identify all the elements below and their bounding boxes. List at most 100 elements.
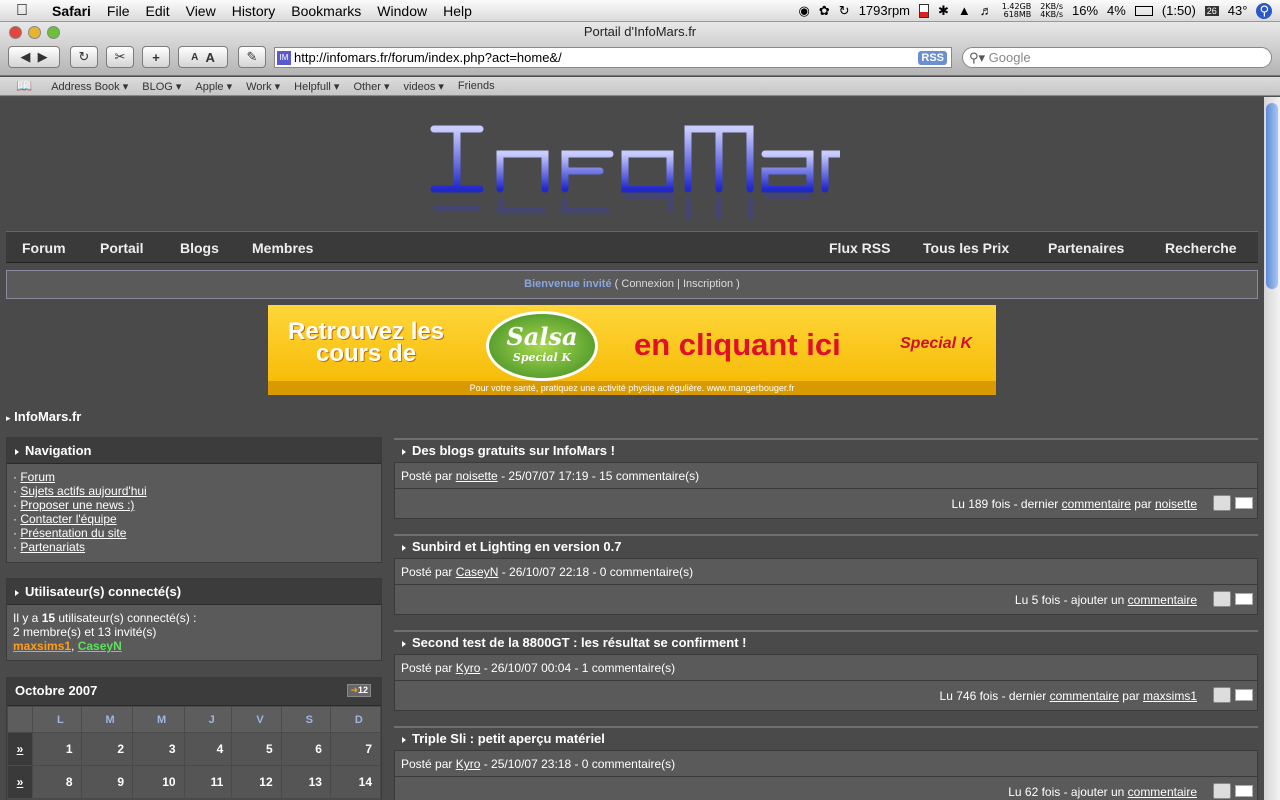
news-title[interactable]: Des blogs gratuits sur InfoMars ! bbox=[394, 438, 1258, 462]
address-bar[interactable]: IM http://infomars.fr/forum/index.php?ac… bbox=[274, 47, 952, 68]
calendar-day[interactable]: 1 bbox=[32, 732, 82, 766]
news-author-link[interactable]: Kyro bbox=[456, 757, 481, 771]
text-bigger-icon[interactable]: A bbox=[206, 50, 215, 65]
print-icon[interactable] bbox=[1213, 495, 1231, 511]
comment-link[interactable]: commentaire bbox=[1128, 785, 1197, 799]
calendar-badge[interactable]: ➜12 bbox=[347, 684, 371, 697]
menu-window[interactable]: Window bbox=[369, 3, 435, 19]
news-author-link[interactable]: noisette bbox=[456, 469, 498, 483]
nav-partenaires[interactable]: Partenaires bbox=[1048, 240, 1124, 256]
news-title[interactable]: Triple Sli : petit aperçu matériel bbox=[394, 726, 1258, 750]
back-arrow-icon[interactable]: ◀ bbox=[20, 49, 30, 65]
menu-view[interactable]: View bbox=[178, 3, 224, 19]
nav-link-forum[interactable]: Forum bbox=[20, 470, 55, 484]
calendar-day[interactable]: 4 bbox=[183, 732, 233, 766]
comment-link[interactable]: commentaire bbox=[1062, 497, 1131, 511]
bookmark-address-book[interactable]: Address Book ▾ bbox=[44, 80, 135, 93]
comment-link[interactable]: commentaire bbox=[1050, 689, 1119, 703]
rss-button[interactable]: RSS bbox=[918, 50, 947, 65]
menu-help[interactable]: Help bbox=[435, 3, 480, 19]
back-forward-buttons[interactable]: ◀ ▶ bbox=[8, 46, 60, 68]
mail-icon[interactable] bbox=[1235, 497, 1253, 509]
cpu-usage-2[interactable]: 4% bbox=[1107, 3, 1126, 18]
edit-button[interactable]: ✎ bbox=[238, 46, 266, 68]
bookmark-helpfull[interactable]: Helpfull ▾ bbox=[287, 80, 346, 93]
calendar-day[interactable]: 13 bbox=[280, 765, 331, 799]
refresh-icon[interactable]: ↻ bbox=[839, 3, 850, 19]
news-author-link[interactable]: CaseyN bbox=[456, 565, 499, 579]
menu-edit[interactable]: Edit bbox=[137, 3, 177, 19]
calendar-day[interactable]: 12 bbox=[231, 765, 282, 799]
week-link[interactable]: » bbox=[7, 732, 33, 766]
last-commenter-link[interactable]: maxsims1 bbox=[1143, 689, 1197, 703]
nav-link-partenariats[interactable]: Partenariats bbox=[20, 540, 85, 554]
nav-membres[interactable]: Membres bbox=[252, 240, 313, 256]
reload-button[interactable]: ↻ bbox=[70, 46, 98, 68]
wifi-icon[interactable]: ▲ bbox=[958, 3, 971, 18]
bookmark-videos[interactable]: videos ▾ bbox=[397, 80, 451, 93]
temperature[interactable]: 43° bbox=[1228, 3, 1248, 18]
calendar-day[interactable]: 6 bbox=[280, 732, 331, 766]
text-size-buttons[interactable]: A A bbox=[178, 46, 228, 68]
vertical-scrollbar[interactable] bbox=[1264, 97, 1280, 800]
calendar-day[interactable]: 2 bbox=[80, 732, 134, 766]
battery-icon[interactable] bbox=[1134, 5, 1153, 16]
calendar-day[interactable]: 3 bbox=[132, 732, 185, 766]
ad-banner[interactable]: Retrouvez les cours de Salsa Special K en … bbox=[268, 305, 996, 395]
login-link[interactable]: Connexion bbox=[621, 278, 674, 290]
calendar-day[interactable]: 7 bbox=[329, 732, 382, 766]
calendar-day[interactable]: 14 bbox=[329, 765, 382, 799]
bookmark-blog[interactable]: BLOG ▾ bbox=[135, 80, 188, 93]
register-link[interactable]: Inscription bbox=[683, 278, 733, 290]
news-title[interactable]: Sunbird et Lighting en version 0.7 bbox=[394, 534, 1258, 558]
network-meter[interactable]: 2KB/s 4KB/s bbox=[1040, 2, 1063, 19]
bookmark-other[interactable]: Other ▾ bbox=[346, 80, 396, 93]
calendar-day[interactable]: 9 bbox=[80, 765, 134, 799]
menu-history[interactable]: History bbox=[224, 3, 284, 19]
nav-link-contacter[interactable]: Contacter l'équipe bbox=[20, 512, 116, 526]
battery-time[interactable]: (1:50) bbox=[1162, 3, 1196, 18]
print-icon[interactable] bbox=[1213, 783, 1231, 799]
print-icon[interactable] bbox=[1213, 687, 1231, 703]
menu-app[interactable]: Safari bbox=[44, 3, 99, 19]
mail-icon[interactable] bbox=[1235, 689, 1253, 701]
memory-meter[interactable]: 1.42GB 618MB bbox=[1002, 2, 1032, 19]
bookmark-apple[interactable]: Apple ▾ bbox=[188, 80, 239, 93]
volume-icon[interactable]: ♬ bbox=[980, 3, 993, 18]
calendar-day[interactable]: 10 bbox=[132, 765, 185, 799]
calendar-day[interactable]: 5 bbox=[231, 732, 282, 766]
url-text[interactable]: http://infomars.fr/forum/index.php?act=h… bbox=[294, 50, 562, 65]
nav-flux-rss[interactable]: Flux RSS bbox=[829, 240, 890, 256]
last-commenter-link[interactable]: noisette bbox=[1155, 497, 1197, 511]
nav-link-sujets-actifs[interactable]: Sujets actifs aujourd'hui bbox=[20, 484, 146, 498]
online-user-caseyn[interactable]: CaseyN bbox=[78, 639, 122, 653]
print-icon[interactable] bbox=[1213, 591, 1231, 607]
search-input[interactable]: ⚲▾ Google bbox=[962, 47, 1272, 68]
apple-icon[interactable]:  bbox=[16, 2, 40, 20]
add-bookmark-button[interactable]: + bbox=[142, 46, 170, 68]
online-user-maxsims1[interactable]: maxsims1 bbox=[13, 639, 71, 653]
mail-icon[interactable] bbox=[1235, 785, 1253, 797]
text-smaller-icon[interactable]: A bbox=[191, 52, 198, 63]
nav-recherche[interactable]: Recherche bbox=[1165, 240, 1237, 256]
menu-extra-icon[interactable]: ◉ bbox=[799, 3, 810, 19]
nav-blogs[interactable]: Blogs bbox=[180, 240, 219, 256]
calendar-date[interactable]: 26 bbox=[1204, 5, 1219, 16]
menu-file[interactable]: File bbox=[99, 3, 138, 19]
nav-link-proposer-news[interactable]: Proposer une news :) bbox=[20, 498, 134, 512]
fan-speed[interactable]: 1793rpm bbox=[859, 3, 910, 18]
nav-forum[interactable]: Forum bbox=[22, 240, 66, 256]
bluetooth-icon[interactable]: ✱ bbox=[938, 3, 949, 19]
mail-icon[interactable] bbox=[1235, 593, 1253, 605]
nav-tous-les-prix[interactable]: Tous les Prix bbox=[923, 240, 1009, 256]
news-title[interactable]: Second test de la 8800GT : les résultat … bbox=[394, 630, 1258, 654]
week-link[interactable]: » bbox=[7, 765, 33, 799]
nav-portail[interactable]: Portail bbox=[100, 240, 144, 256]
comment-link[interactable]: commentaire bbox=[1128, 593, 1197, 607]
forward-arrow-icon[interactable]: ▶ bbox=[38, 49, 48, 65]
menu-bookmarks[interactable]: Bookmarks bbox=[283, 3, 369, 19]
calendar-day[interactable]: 8 bbox=[32, 765, 82, 799]
scrollbar-thumb[interactable] bbox=[1266, 103, 1278, 289]
bookmarks-book-icon[interactable]: 📖 bbox=[16, 78, 32, 94]
site-logo[interactable] bbox=[420, 109, 840, 224]
